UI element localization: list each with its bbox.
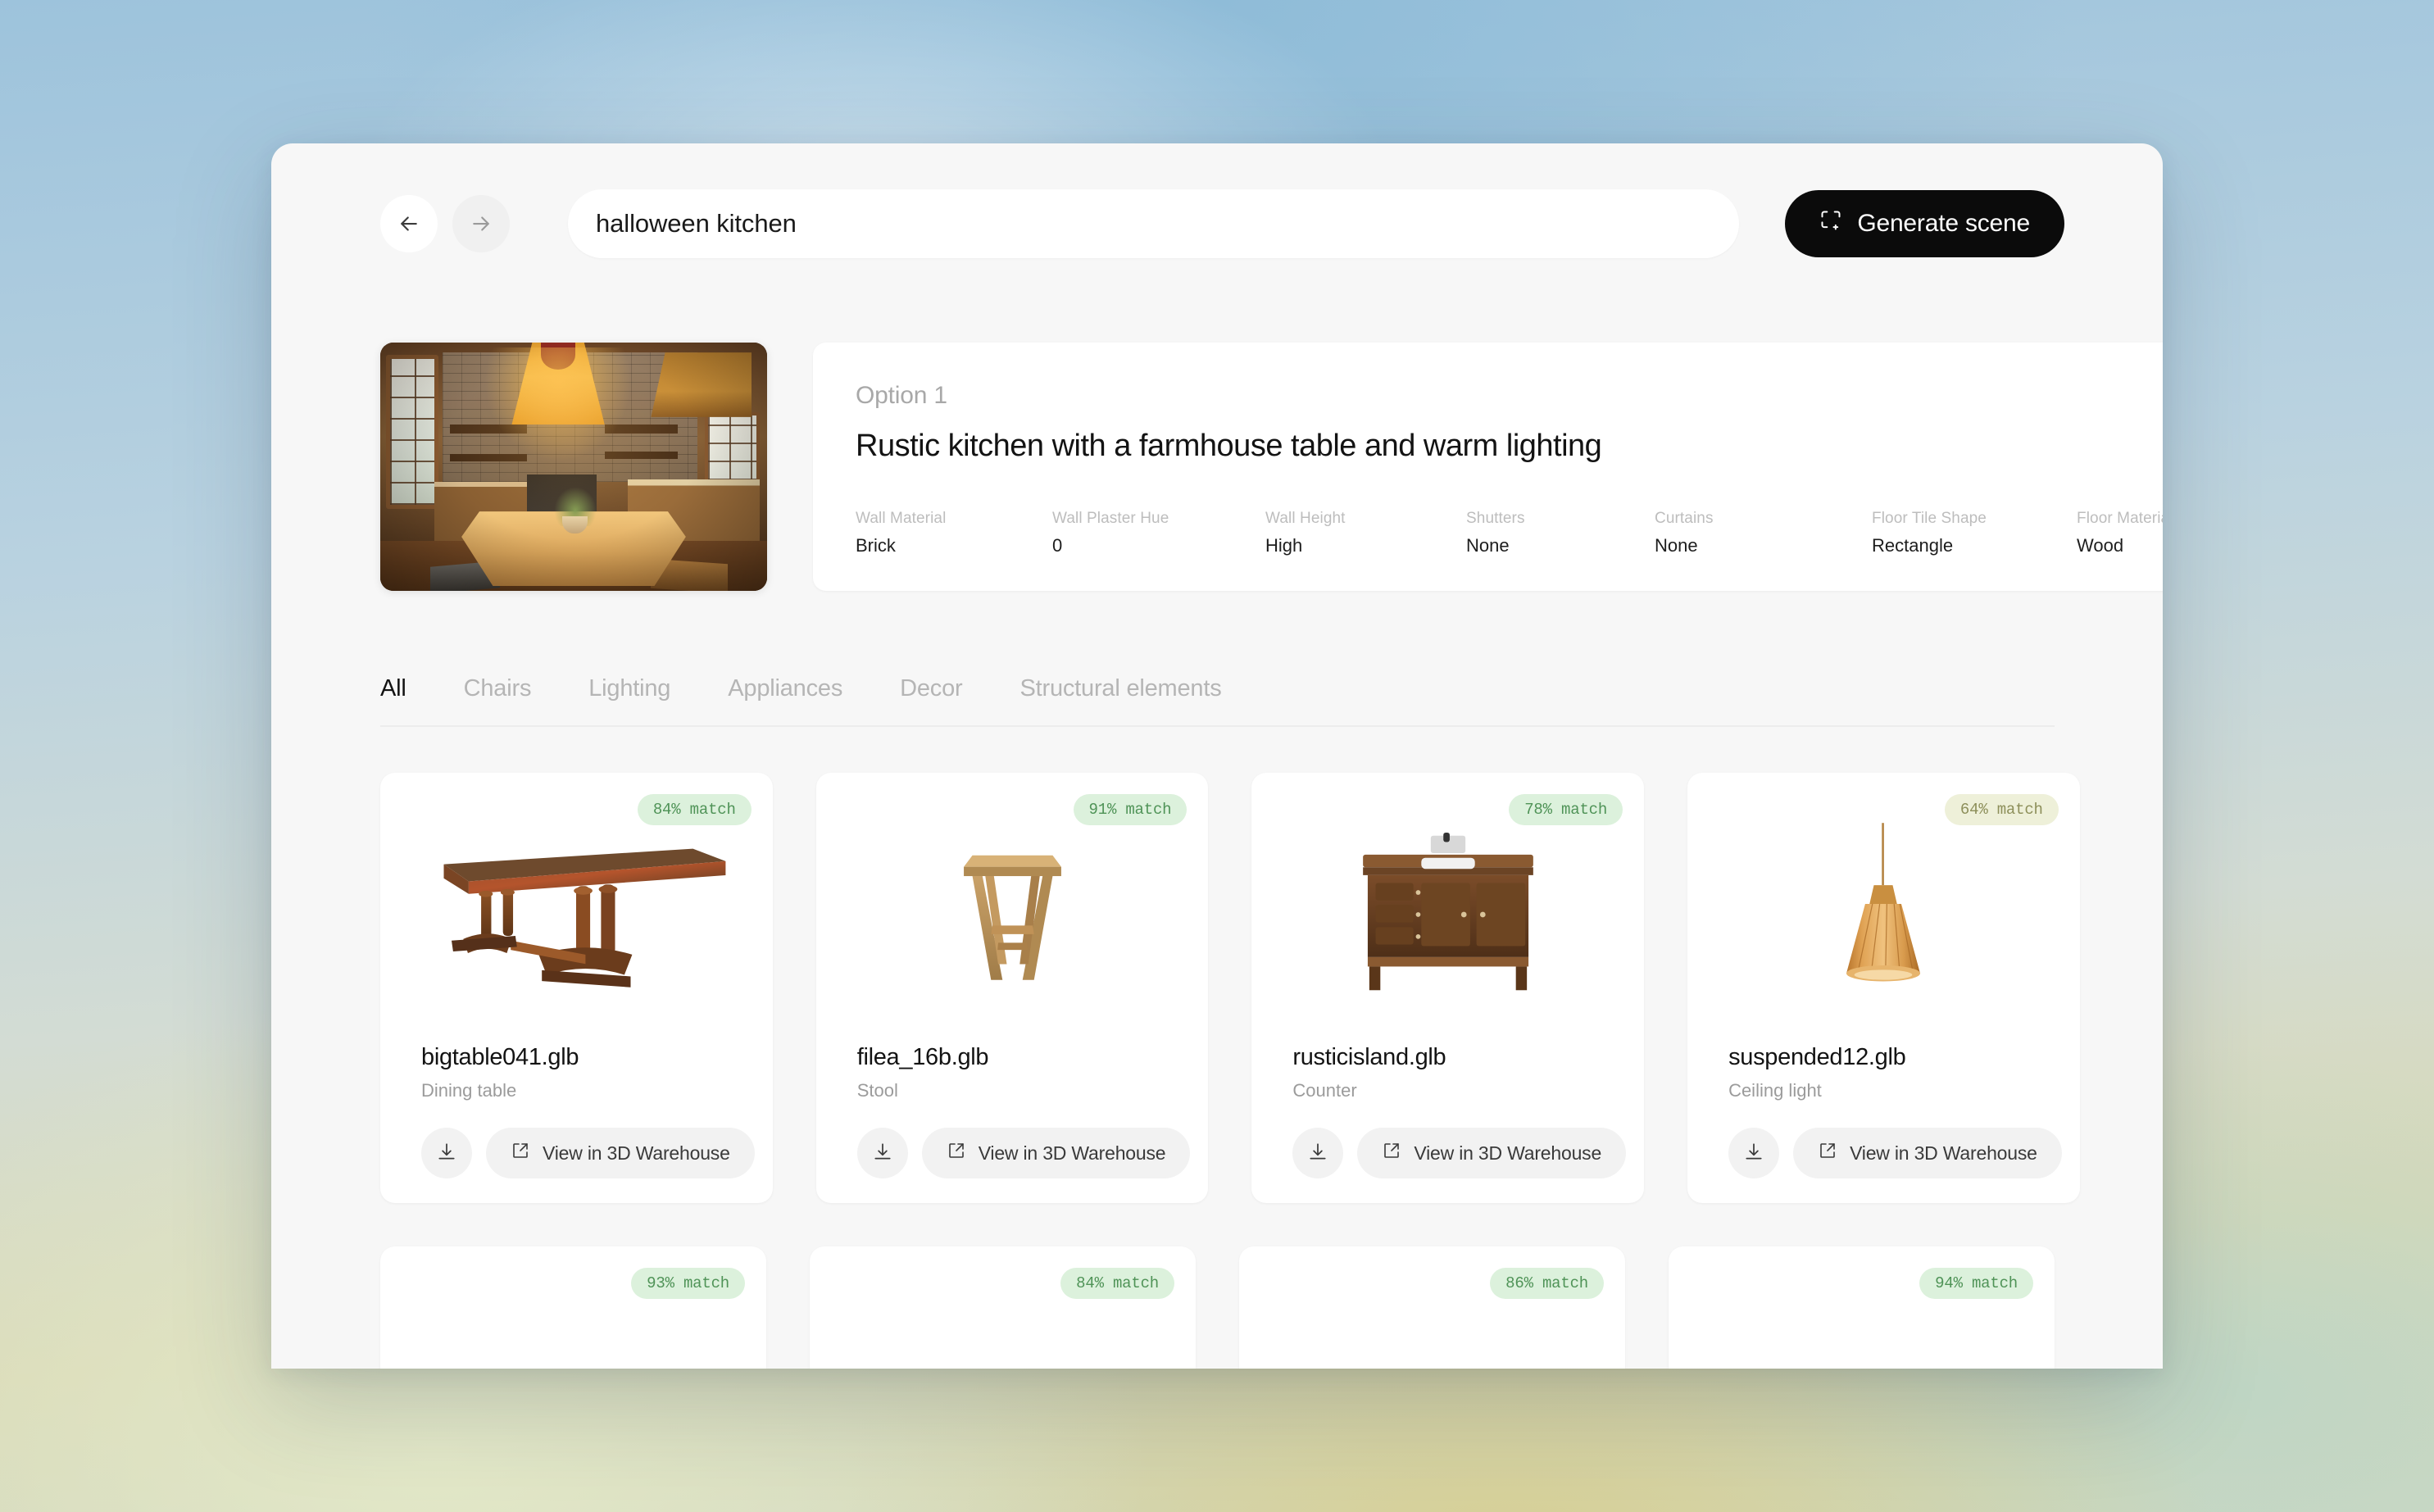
product-card[interactable]: 78% match rusticisland.glb Counter View … [1251,773,1645,1203]
attribute-wall-plaster-hue: Wall Plaster Hue 0 [1052,510,1265,556]
external-link-icon [1382,1141,1401,1165]
app-window: Generate scene [271,143,2163,1369]
attribute-key: Wall Plaster Hue [1052,510,1169,527]
generate-scene-button[interactable]: Generate scene [1785,190,2064,257]
product-grid: 84% match bigtable041.glb Dining table V… [380,773,2080,1203]
tab-structural-elements[interactable]: Structural elements [1019,675,1221,702]
attribute-curtains: Curtains None [1655,510,1872,556]
attribute-floor-tile-shape: Floor Tile Shape Rectangle [1872,510,2077,556]
attribute-key: Curtains [1655,510,1714,527]
forward-button[interactable] [452,195,510,252]
product-category: Ceiling light [1728,1080,1822,1101]
product-file-name: suspended12.glb [1728,1044,1906,1070]
card-actions: View in 3D Warehouse [856,1128,1191,1178]
tab-all[interactable]: All [380,675,406,702]
view-in-3d-warehouse-button[interactable]: View in 3D Warehouse [1793,1128,2062,1178]
card-actions: View in 3D Warehouse [421,1128,755,1178]
product-card[interactable]: 93% match [380,1246,766,1369]
attribute-floor-material: Floor Material Wood [2077,510,2163,556]
tab-lighting[interactable]: Lighting [588,675,670,702]
generate-scene-label: Generate scene [1857,210,2030,237]
product-card[interactable]: 64% match suspended12.glb Ceiling light [1687,773,2080,1203]
download-icon [1307,1142,1328,1165]
option-label: Option 1 [856,382,947,409]
attribute-wall-height: Wall Height High [1265,510,1466,556]
tab-chairs[interactable]: Chairs [464,675,532,702]
attribute-value: None [1655,535,1698,556]
view-in-3d-warehouse-label: View in 3D Warehouse [1414,1142,1602,1164]
attribute-key: Floor Material [2077,510,2163,527]
product-category: Counter [1292,1080,1357,1101]
match-badge: 91% match [1073,794,1187,825]
card-actions: View in 3D Warehouse [1292,1128,1627,1178]
view-in-3d-warehouse-button[interactable]: View in 3D Warehouse [1357,1128,1627,1178]
download-icon [436,1142,457,1165]
scene-thumbnail[interactable] [380,343,767,591]
view-in-3d-warehouse-label: View in 3D Warehouse [1850,1142,2037,1164]
product-category: Dining table [421,1080,517,1101]
tab-decor[interactable]: Decor [900,675,963,702]
attribute-shutters: Shutters None [1466,510,1655,556]
download-button[interactable] [1292,1128,1344,1178]
attribute-value: None [1466,535,1510,556]
attribute-key: Wall Height [1265,510,1346,527]
arrow-left-icon [397,211,421,236]
product-file-name: filea_16b.glb [856,1044,989,1070]
attribute-key: Floor Tile Shape [1872,510,1987,527]
attribute-key: Shutters [1466,510,1525,527]
model-preview[interactable] [1269,797,1626,1029]
selection-frame-plus-icon [1819,209,1842,238]
view-in-3d-warehouse-button[interactable]: View in 3D Warehouse [486,1128,755,1178]
product-card[interactable]: 94% match [1669,1246,2055,1369]
option-panel: Option 1 Rustic kitchen with a farmhouse… [271,258,2163,591]
match-badge: 64% match [1944,794,2059,825]
tab-appliances[interactable]: Appliances [728,675,842,702]
match-badge: 94% match [1919,1268,2033,1299]
external-link-icon [947,1141,966,1165]
search-input[interactable] [596,209,1712,238]
attribute-wall-material: Wall Material Brick [856,510,1052,556]
option-card: Option 1 Rustic kitchen with a farmhouse… [813,343,2163,591]
attribute-value: Rectangle [1872,535,1954,556]
model-preview[interactable] [1705,797,2062,1029]
model-preview[interactable] [398,797,755,1029]
attribute-value: High [1265,535,1303,556]
match-badge: 84% match [1060,1268,1174,1299]
match-badge: 93% match [631,1268,745,1299]
external-link-icon [1818,1141,1837,1165]
option-title: Rustic kitchen with a farmhouse table an… [856,429,1602,463]
search-bar[interactable] [568,189,1740,258]
view-in-3d-warehouse-label: View in 3D Warehouse [543,1142,730,1164]
model-preview[interactable] [834,797,1191,1029]
product-file-name: bigtable041.glb [421,1044,579,1070]
download-button[interactable] [1728,1128,1780,1178]
download-icon [1743,1142,1764,1165]
view-in-3d-warehouse-label: View in 3D Warehouse [978,1142,1166,1164]
product-category: Stool [856,1080,898,1101]
view-in-3d-warehouse-button[interactable]: View in 3D Warehouse [921,1128,1191,1178]
product-card[interactable]: 84% match [380,773,773,1203]
card-actions: View in 3D Warehouse [1728,1128,2062,1178]
download-icon [872,1142,893,1165]
category-tabs: All Chairs Lighting Appliances Decor Structur… [380,675,2055,727]
attribute-value: 0 [1052,535,1063,556]
product-grid-row-2: 93% match 84% match 86% match 94% match [380,1246,2055,1369]
match-badge: 84% match [637,794,752,825]
attribute-list: Wall Material Brick Wall Plaster Hue 0 Wall … [856,467,2163,556]
product-card[interactable]: 84% match [810,1246,1196,1369]
product-file-name: rusticisland.glb [1292,1044,1446,1070]
external-link-icon [511,1141,530,1165]
attribute-value: Brick [856,535,896,556]
match-badge: 78% match [1509,794,1623,825]
download-button[interactable] [856,1128,908,1178]
download-button[interactable] [421,1128,472,1178]
back-button[interactable] [380,195,438,252]
top-bar: Generate scene [271,143,2163,258]
attribute-key: Wall Material [856,510,947,527]
product-card[interactable]: 91% match filea_16b.glb Stool View in 3D… [815,773,1209,1203]
match-badge: 86% match [1490,1268,1604,1299]
attribute-value: Wood [2077,535,2124,556]
arrow-right-icon [469,211,493,236]
product-card[interactable]: 86% match [1239,1246,1625,1369]
